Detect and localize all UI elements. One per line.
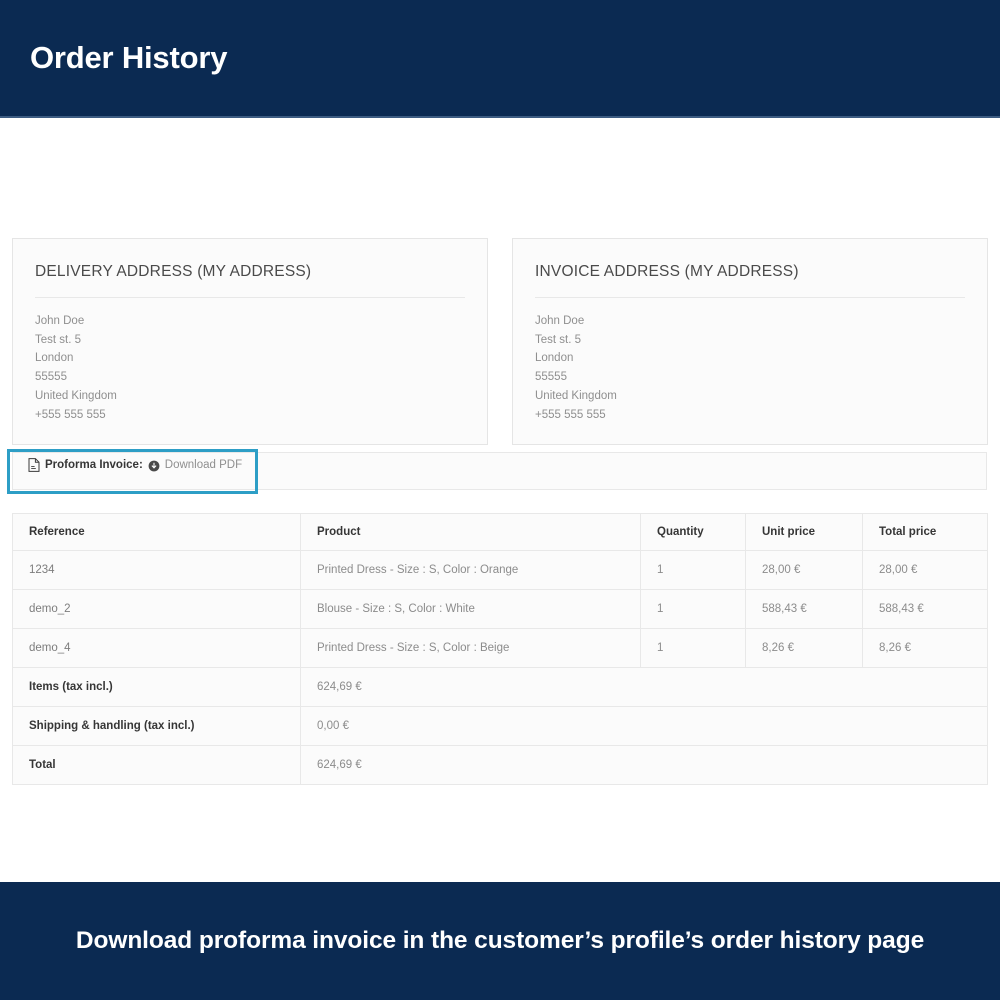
main-content: DELIVERY ADDRESS (MY ADDRESS) John Doe T…	[0, 118, 1000, 882]
order-history-page: Order History DELIVERY ADDRESS (MY ADDRE…	[0, 0, 1000, 1000]
page-header-banner: Order History	[0, 0, 1000, 118]
summary-label-total: Total	[12, 745, 301, 785]
proforma-invoice-row: Proforma Invoice: Download PDF	[28, 458, 242, 472]
table-row: 1234 Printed Dress - Size : S, Color : O…	[12, 550, 988, 590]
order-table-body: 1234 Printed Dress - Size : S, Color : O…	[12, 550, 988, 785]
proforma-invoice-label: Proforma Invoice:	[45, 459, 143, 471]
download-circle-icon[interactable]	[148, 460, 160, 472]
cell-total-price: 28,00 €	[862, 550, 988, 590]
address-cards-row: DELIVERY ADDRESS (MY ADDRESS) John Doe T…	[12, 238, 988, 446]
cell-unit-price: 28,00 €	[745, 550, 863, 590]
cell-quantity: 1	[640, 589, 746, 629]
file-pdf-icon	[28, 458, 40, 472]
order-products-table: Reference Product Quantity Unit price To…	[12, 513, 988, 785]
address-line: United Kingdom	[535, 389, 617, 402]
download-pdf-link[interactable]: Download PDF	[165, 459, 242, 471]
footer-caption-banner: Download proforma invoice in the custome…	[0, 882, 1000, 1000]
cell-reference: 1234	[12, 550, 301, 590]
delivery-address-title: DELIVERY ADDRESS (MY ADDRESS)	[35, 263, 465, 298]
cell-reference: demo_2	[12, 589, 301, 629]
delivery-address-lines: John Doe Test st. 5 London 55555 United …	[35, 312, 465, 424]
address-line: John Doe	[35, 315, 85, 327]
cell-total-price: 8,26 €	[862, 628, 988, 668]
cell-quantity: 1	[640, 550, 746, 590]
invoice-address-card: INVOICE ADDRESS (MY ADDRESS) John Doe Te…	[512, 238, 988, 446]
summary-value-total: 624,69 €	[300, 745, 988, 785]
order-table-head: Reference Product Quantity Unit price To…	[12, 513, 988, 551]
column-header-unit-price: Unit price	[745, 513, 863, 551]
table-row: demo_4 Printed Dress - Size : S, Color :…	[12, 628, 988, 668]
cell-quantity: 1	[640, 628, 746, 668]
address-line: London	[535, 352, 574, 365]
summary-value-shipping: 0,00 €	[300, 706, 988, 746]
cell-product: Blouse - Size : S, Color : White	[300, 589, 641, 629]
summary-value-items: 624,69 €	[300, 667, 988, 707]
delivery-address-card: DELIVERY ADDRESS (MY ADDRESS) John Doe T…	[12, 238, 488, 446]
invoice-address-title: INVOICE ADDRESS (MY ADDRESS)	[535, 263, 965, 298]
summary-row-items: Items (tax incl.) 624,69 €	[12, 667, 988, 707]
cell-unit-price: 588,43 €	[745, 589, 863, 629]
cell-unit-price: 8,26 €	[745, 628, 863, 668]
address-line: +555 555 555	[535, 408, 606, 421]
cell-product: Printed Dress - Size : S, Color : Beige	[300, 628, 641, 668]
cell-product: Printed Dress - Size : S, Color : Orange	[300, 550, 641, 590]
address-line: John Doe	[535, 315, 585, 327]
table-header-row: Reference Product Quantity Unit price To…	[12, 513, 988, 551]
address-line: 55555	[35, 371, 67, 384]
address-line: +555 555 555	[35, 408, 106, 421]
address-line: Test st. 5	[535, 333, 582, 346]
cell-total-price: 588,43 €	[862, 589, 988, 629]
table-row: demo_2 Blouse - Size : S, Color : White …	[12, 589, 988, 629]
footer-caption-text: Download proforma invoice in the custome…	[75, 927, 925, 954]
summary-row-total: Total 624,69 €	[12, 745, 988, 785]
address-line: 55555	[535, 371, 567, 384]
address-line: London	[35, 352, 74, 365]
invoice-address-lines: John Doe Test st. 5 London 55555 United …	[535, 312, 965, 424]
address-line: United Kingdom	[35, 389, 117, 402]
column-header-reference: Reference	[12, 513, 301, 551]
address-line: Test st. 5	[35, 333, 82, 346]
page-title: Order History	[30, 40, 228, 75]
column-header-product: Product	[300, 513, 641, 551]
column-header-quantity: Quantity	[640, 513, 746, 551]
column-header-total-price: Total price	[862, 513, 988, 551]
summary-row-shipping: Shipping & handling (tax incl.) 0,00 €	[12, 706, 988, 746]
summary-label-items: Items (tax incl.)	[12, 667, 301, 707]
summary-label-shipping: Shipping & handling (tax incl.)	[12, 706, 301, 746]
cell-reference: demo_4	[12, 628, 301, 668]
